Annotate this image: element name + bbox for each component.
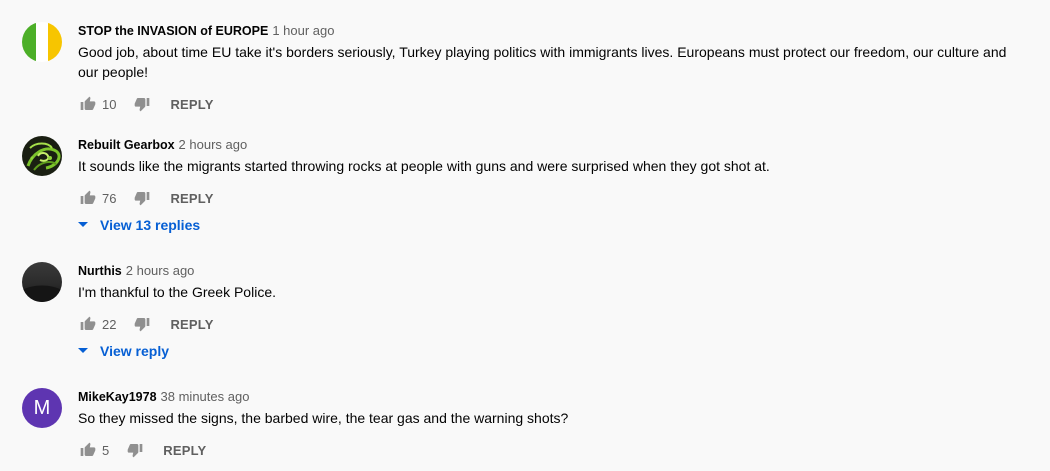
reply-button[interactable]: REPLY bbox=[170, 97, 213, 112]
avatar[interactable] bbox=[22, 136, 62, 176]
author-name[interactable]: STOP the INVASION of EUROPE bbox=[78, 24, 268, 38]
comment-header: Rebuilt Gearbox 2 hours ago bbox=[78, 136, 1026, 154]
comment-header: Nurthis 2 hours ago bbox=[78, 262, 1026, 280]
avatar[interactable]: M bbox=[22, 388, 62, 428]
chevron-down-icon bbox=[78, 222, 92, 228]
like-icon[interactable] bbox=[78, 314, 98, 334]
dark-avatar-icon bbox=[22, 262, 62, 302]
like-count: 76 bbox=[102, 190, 117, 206]
like-icon[interactable] bbox=[78, 188, 98, 208]
comment-actions: 5 REPLY bbox=[78, 438, 206, 462]
like-count: 5 bbox=[102, 442, 110, 458]
comment-actions: 76 REPLY bbox=[78, 186, 214, 210]
dislike-icon[interactable] bbox=[132, 314, 152, 334]
comment-time[interactable]: 2 hours ago bbox=[179, 137, 248, 152]
view-replies-label: View reply bbox=[100, 343, 170, 359]
comment-actions: 10 REPLY bbox=[78, 92, 214, 116]
like-icon[interactable] bbox=[78, 440, 98, 460]
comment-header: MikeKay1978 38 minutes ago bbox=[78, 388, 1026, 406]
dislike-icon[interactable] bbox=[125, 440, 145, 460]
comment-text: Good job, about time EU take it's border… bbox=[78, 44, 1007, 80]
chevron-down-icon bbox=[78, 348, 92, 354]
comment-text: So they missed the signs, the barbed wir… bbox=[78, 410, 569, 426]
like-count: 22 bbox=[102, 316, 117, 332]
view-replies-button[interactable]: View 13 replies bbox=[78, 213, 200, 237]
author-name[interactable]: Rebuilt Gearbox bbox=[78, 138, 175, 152]
comment-text: I'm thankful to the Greek Police. bbox=[78, 284, 276, 300]
avatar-letter: M bbox=[33, 396, 51, 419]
reply-button[interactable]: REPLY bbox=[170, 191, 213, 206]
flag-avatar-icon bbox=[22, 22, 62, 62]
comment-header: STOP the INVASION of EUROPE 1 hour ago bbox=[78, 22, 1026, 40]
author-name[interactable]: MikeKay1978 bbox=[78, 390, 157, 404]
avatar[interactable] bbox=[22, 262, 62, 302]
view-replies-button[interactable]: View reply bbox=[78, 339, 169, 363]
dislike-icon[interactable] bbox=[132, 188, 152, 208]
reply-button[interactable]: REPLY bbox=[163, 443, 206, 458]
comment-actions: 22 REPLY bbox=[78, 312, 214, 336]
avatar[interactable] bbox=[22, 22, 62, 62]
reply-button[interactable]: REPLY bbox=[170, 317, 213, 332]
comment-time[interactable]: 2 hours ago bbox=[126, 263, 195, 278]
comment-text: It sounds like the migrants started thro… bbox=[78, 158, 770, 174]
comment-time[interactable]: 38 minutes ago bbox=[161, 389, 250, 404]
like-icon[interactable] bbox=[78, 94, 98, 114]
view-replies-label: View 13 replies bbox=[100, 217, 201, 233]
like-count: 10 bbox=[102, 96, 117, 112]
swirl-avatar-icon bbox=[22, 136, 62, 176]
comment-time[interactable]: 1 hour ago bbox=[272, 23, 334, 38]
author-name[interactable]: Nurthis bbox=[78, 264, 122, 278]
dislike-icon[interactable] bbox=[132, 94, 152, 114]
